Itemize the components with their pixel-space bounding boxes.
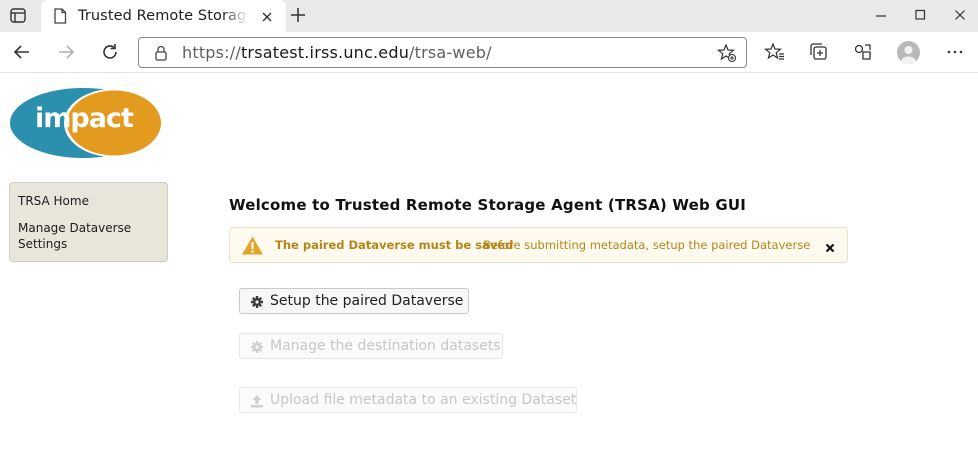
maximize-icon[interactable] [913,7,927,21]
minimize-icon[interactable] [874,7,888,21]
warning-alert: The paired Dataverse must be saved Befor… [229,227,848,263]
page-title: Welcome to Trusted Remote Storage Agent … [229,196,747,214]
page-content: impact TRSA Home Manage Dataverse Settin… [0,74,978,472]
browser-tab[interactable]: Trusted Remote Storage Agent (TRSA) Web … [41,0,286,33]
url-host: trsatest.irss.unc.edu [240,43,410,62]
svg-text:impact: impact [35,103,134,134]
new-tab-icon[interactable] [290,7,306,23]
upload-icon [250,393,264,408]
manage-destination-datasets-label: Manage the destination datasets [270,338,501,354]
gear-icon [250,294,264,308]
setup-paired-dataverse-button[interactable]: Setup the paired Dataverse [239,288,469,314]
close-window-icon[interactable] [953,7,967,21]
refresh-icon[interactable] [99,41,121,63]
alert-heading: The paired Dataverse must be saved [275,238,514,252]
favorites-icon[interactable] [763,41,786,63]
extensions-icon[interactable] [852,41,874,63]
close-tab-icon[interactable] [260,9,274,23]
warning-icon [241,235,264,256]
forward-icon[interactable] [55,41,77,63]
upload-file-metadata-label: Upload file metadata to an existing Data… [270,392,577,408]
back-icon[interactable] [11,41,33,63]
gear-icon [250,339,264,353]
alert-message: Before submitting metadata, setup the pa… [483,238,811,252]
sidebar-nav: TRSA Home Manage Dataverse Settings [9,182,168,262]
manage-destination-datasets-button[interactable]: Manage the destination datasets [239,333,503,359]
impact-logo[interactable]: impact [9,87,162,159]
tab-title: Trusted Remote Storage Agent (TRSA) Web … [78,8,248,24]
setup-paired-dataverse-label: Setup the paired Dataverse [270,293,464,309]
collections-icon[interactable] [808,41,830,63]
add-favorite-icon[interactable] [716,43,737,63]
url-path: /trsa-web/ [409,43,492,62]
profile-avatar-icon[interactable] [897,41,920,64]
upload-file-metadata-button[interactable]: Upload file metadata to an existing Data… [239,387,577,413]
page-icon [53,8,67,24]
url-scheme: https:// [182,43,241,62]
address-bar[interactable]: https://trsatest.irss.unc.edu/trsa-web/ [138,37,747,68]
url-text: https://trsatest.irss.unc.edu/trsa-web/ [182,43,492,62]
tab-strip: Trusted Remote Storage Agent (TRSA) Web … [0,0,978,33]
sidebar-item-manage-dataverse-settings[interactable]: Manage Dataverse Settings [18,220,138,252]
more-options-icon[interactable] [944,41,966,63]
lock-icon[interactable] [153,44,169,62]
tab-actions-icon[interactable] [8,7,28,25]
close-icon[interactable] [823,240,837,254]
sidebar-item-trsa-home[interactable]: TRSA Home [18,193,89,209]
browser-toolbar: https://trsatest.irss.unc.edu/trsa-web/ [0,32,978,73]
